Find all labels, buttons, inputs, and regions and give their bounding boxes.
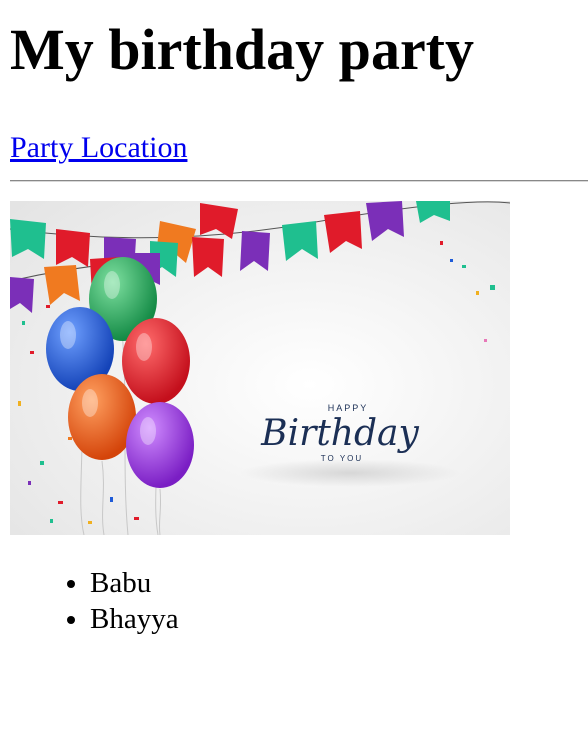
divider	[10, 180, 588, 182]
to-you-text: TO YOU	[321, 454, 363, 463]
location-link-wrap: Party Location	[10, 132, 588, 164]
list-item: Babu	[90, 565, 588, 601]
guest-list: Babu Bhayya	[10, 565, 588, 637]
page-title: My birthday party	[10, 17, 474, 82]
list-item: Bhayya	[90, 601, 588, 637]
page: My birthday party Party Location HAPPY B…	[0, 0, 588, 742]
happy-text: HAPPY	[328, 403, 369, 413]
birthday-banner-image: HAPPY Birthday TO YOU	[10, 201, 510, 535]
party-location-link[interactable]: Party Location	[10, 131, 187, 164]
birthday-script-text: Birthday	[260, 413, 419, 454]
